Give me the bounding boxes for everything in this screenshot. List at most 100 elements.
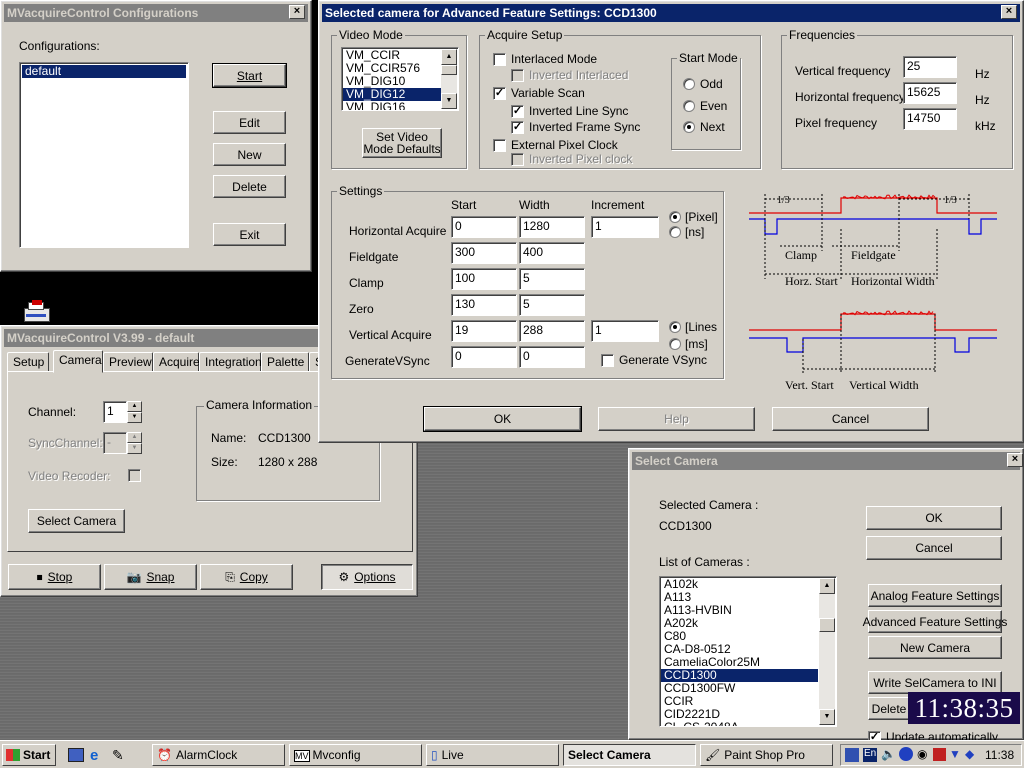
language-indicator[interactable]: En	[863, 748, 878, 762]
clamp-width[interactable]: 5	[519, 268, 585, 290]
camera-list[interactable]: A102k A113 A113-HVBIN A202k C80 CA-D8-0512 Cam…	[659, 576, 837, 727]
pixel-frequency-field[interactable]: 14750	[903, 108, 957, 130]
scrollbar[interactable]: ▲ ▼	[819, 578, 835, 725]
stop-button[interactable]: ⏹ Stop	[8, 564, 101, 590]
horizontal-acquire-width[interactable]: 1280	[519, 216, 585, 238]
start-button[interactable]: Start	[2, 744, 56, 766]
volume-icon[interactable]: 🔈	[881, 747, 896, 761]
exit-button[interactable]: Exit	[213, 223, 286, 246]
close-button[interactable]: ×	[289, 5, 305, 19]
radio-lines[interactable]	[669, 321, 681, 333]
list-item[interactable]: CL-CS-2048A	[661, 721, 818, 727]
radio-odd[interactable]	[683, 78, 695, 90]
cancel-button[interactable]: Cancel	[772, 407, 929, 431]
tab-camera[interactable]: Camera	[53, 350, 103, 373]
advanced-feature-settings-button[interactable]: Advanced Feature Settings	[863, 610, 1007, 633]
close-button[interactable]: ×	[1001, 5, 1017, 19]
tray-icon[interactable]	[845, 748, 859, 762]
scrollbar[interactable]: ▲ ▼	[441, 49, 457, 109]
horizontal-acquire-increment[interactable]: 1	[591, 216, 659, 238]
vertical-acquire-start[interactable]: 19	[451, 320, 517, 342]
edit-icon[interactable]: ✎	[112, 747, 124, 764]
scroll-up-icon[interactable]: ▲	[441, 49, 457, 65]
inverted-frame-sync-checkbox[interactable]: ✓	[511, 121, 524, 134]
generate-vsync-checkbox[interactable]	[601, 354, 614, 367]
analog-feature-settings-button[interactable]: Analog Feature Settings	[868, 584, 1002, 607]
tab-palette[interactable]: Palette	[261, 352, 309, 372]
snap-button[interactable]: 📷 Snap	[104, 564, 197, 590]
copy-button[interactable]: ⎘ Copy	[200, 564, 293, 590]
horizontal-frequency-field[interactable]: 15625	[903, 82, 957, 104]
task-paint-shop-pro[interactable]: 🖌 Paint Shop Pro	[700, 744, 833, 766]
close-button[interactable]: ×	[1007, 453, 1023, 467]
scroll-down-icon[interactable]: ▼	[441, 93, 457, 109]
delete-button[interactable]: Delete	[868, 697, 910, 720]
edit-button[interactable]: Edit	[213, 111, 286, 134]
zero-width[interactable]: 5	[519, 294, 585, 316]
printer-icon[interactable]	[22, 300, 52, 326]
channel-spinner[interactable]: ▲ ▼	[127, 401, 142, 423]
radio-ns[interactable]	[669, 226, 681, 238]
timing-diagram: 1/3 1/3 Clamp Fieldgate Horz. Start Hori…	[749, 194, 997, 392]
write-selcamera-button[interactable]: Write SelCamera to INI	[868, 671, 1002, 694]
list-item[interactable]: default	[22, 65, 186, 78]
horizontal-width-label: Horizontal Width	[851, 274, 935, 288]
fieldgate-width[interactable]: 400	[519, 242, 585, 264]
external-pixel-clock-checkbox[interactable]	[493, 139, 506, 152]
tab-setup[interactable]: Setup	[7, 352, 49, 372]
inverted-line-sync-checkbox[interactable]: ✓	[511, 105, 524, 118]
display-icon[interactable]: ◆	[965, 747, 974, 761]
up-icon[interactable]: ▲	[127, 401, 142, 412]
video-mode-list[interactable]: VM_CCIR VM_CCIR576 VM_DIG10 VM_DIG12 VM_…	[341, 47, 459, 111]
task-mvconfig[interactable]: MV Mvconfig	[289, 744, 422, 766]
scroll-thumb[interactable]	[441, 65, 457, 75]
configurations-list[interactable]: default	[19, 62, 189, 248]
cancel-button[interactable]: Cancel	[866, 536, 1002, 560]
variable-scan-checkbox[interactable]: ✓	[493, 87, 506, 100]
network-icon[interactable]: ▼	[949, 747, 961, 761]
generatevsync-start[interactable]: 0	[451, 346, 517, 368]
options-button[interactable]: ⚙ Options	[321, 564, 413, 590]
delete-button[interactable]: Delete	[213, 175, 286, 198]
list-item[interactable]: VM_DIG16	[343, 101, 441, 111]
channel-field[interactable]: 1	[103, 401, 127, 423]
task-live[interactable]: ▯ Live	[426, 744, 559, 766]
play-icon[interactable]	[899, 747, 913, 761]
scroll-thumb[interactable]	[819, 618, 835, 632]
down-icon[interactable]: ▼	[127, 412, 142, 423]
radio-next[interactable]	[683, 121, 695, 133]
vertical-acquire-width[interactable]: 288	[519, 320, 585, 342]
interlaced-mode-checkbox[interactable]	[493, 53, 506, 66]
desktop-icon[interactable]	[68, 748, 84, 762]
horizontal-acquire-start[interactable]: 0	[451, 216, 517, 238]
tab-preview[interactable]: Preview	[103, 352, 153, 372]
radio-even[interactable]	[683, 100, 695, 112]
zero-start[interactable]: 130	[451, 294, 517, 316]
ie-icon[interactable]: e	[90, 747, 98, 764]
new-button[interactable]: New	[213, 143, 286, 166]
generatevsync-width[interactable]: 0	[519, 346, 585, 368]
tab-acquire[interactable]: Acquire	[153, 352, 200, 372]
select-camera-button[interactable]: Select Camera	[28, 509, 125, 533]
set-video-mode-defaults-button[interactable]: Set Video Mode Defaults	[362, 128, 442, 158]
alarm-icon[interactable]	[933, 748, 946, 761]
vertical-acquire-increment[interactable]: 1	[591, 320, 659, 342]
tray-clock[interactable]: 11:38	[985, 748, 1014, 762]
task-alarmclock[interactable]: ⏰ AlarmClock	[152, 744, 285, 766]
fieldgate-start[interactable]: 300	[451, 242, 517, 264]
scroll-down-icon[interactable]: ▼	[819, 709, 835, 725]
ok-button[interactable]: OK	[423, 406, 582, 432]
task-select-camera[interactable]: Select Camera	[563, 744, 696, 766]
start-button[interactable]: Start	[212, 63, 287, 88]
scroll-up-icon[interactable]: ▲	[819, 578, 835, 594]
radio-ms[interactable]	[669, 338, 681, 350]
tab-integration[interactable]: Integration	[199, 352, 262, 372]
radio-pixel[interactable]	[669, 211, 681, 223]
generatevsync-label: GenerateVSync	[345, 354, 430, 368]
media-icon[interactable]: ◉	[917, 747, 927, 761]
vertical-frequency-field[interactable]: 25	[903, 56, 957, 78]
inverted-interlaced-checkbox	[511, 69, 524, 82]
clamp-start[interactable]: 100	[451, 268, 517, 290]
ok-button[interactable]: OK	[866, 506, 1002, 530]
new-camera-button[interactable]: New Camera	[868, 636, 1002, 659]
